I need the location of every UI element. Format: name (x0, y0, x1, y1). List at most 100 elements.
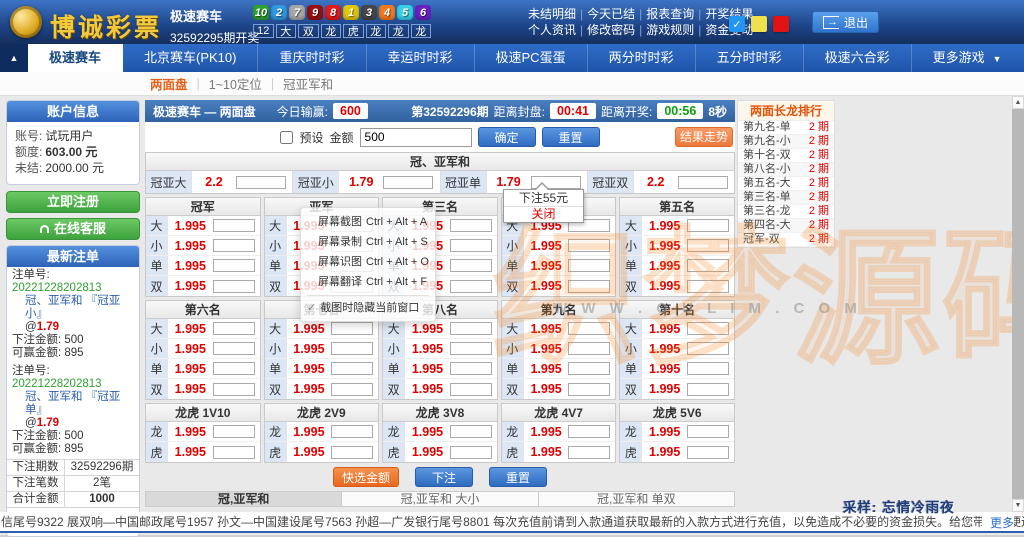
bet-amount-input[interactable] (331, 362, 373, 375)
game-tab[interactable]: 极速六合彩 (804, 44, 912, 72)
game-tab[interactable]: 极速PC蛋蛋 (475, 44, 588, 72)
bet-amount-input[interactable] (687, 259, 729, 272)
collapse-button[interactable]: ▲ (0, 44, 28, 72)
amount-input[interactable] (360, 128, 472, 147)
game-tab[interactable]: 幸运时时彩 (367, 44, 475, 72)
trend-tab[interactable]: 冠,亚军和 (146, 492, 342, 506)
bet-amount-input[interactable] (687, 322, 729, 335)
context-menu-item[interactable]: 屏幕翻译Ctrl + Alt + F (301, 272, 435, 292)
top-menu-link[interactable]: 未结明细 (528, 7, 576, 21)
bet-amount-input[interactable] (331, 322, 373, 335)
trend-tab[interactable]: 冠,亚军和 大小 (342, 492, 538, 506)
bet-amount-input[interactable] (450, 446, 492, 459)
result-trend-button[interactable]: 结果走势 (675, 127, 733, 147)
bet-amount-input[interactable] (687, 425, 729, 438)
bet-amount-input[interactable] (568, 446, 610, 459)
bet-amount-input[interactable] (331, 383, 373, 396)
confirm-button[interactable]: 确定 (478, 127, 536, 147)
reset-bets-button[interactable]: 重置 (489, 467, 547, 487)
separator: | (639, 23, 642, 37)
subnav-item[interactable]: 冠亚军和 (283, 74, 333, 93)
register-button[interactable]: 立即注册 (6, 191, 140, 213)
trend-tab[interactable]: 冠,亚军和 单双 (539, 492, 734, 506)
bet-amount-input[interactable] (213, 219, 255, 232)
bet-row-label: 小 (502, 236, 524, 255)
bet-amount-input[interactable] (568, 425, 610, 438)
subnav-item[interactable]: 1~10定位 (209, 74, 262, 93)
bet-amount-input[interactable] (450, 362, 492, 375)
bet-amount-input[interactable] (213, 383, 255, 396)
game-tab[interactable]: 五分时时彩 (696, 44, 804, 72)
logout-button[interactable]: → 退出 (812, 11, 879, 33)
subnav-item[interactable]: 两面盘 (150, 74, 188, 93)
bet-amount-input[interactable] (687, 362, 729, 375)
more-link[interactable]: 更多 (982, 514, 1014, 531)
bet-amount-input[interactable] (331, 446, 373, 459)
bet-amount-input[interactable] (331, 342, 373, 355)
bet-amount-input[interactable] (213, 425, 255, 438)
reset-button[interactable]: 重置 (542, 127, 600, 147)
scrollbar-thumb[interactable] (1012, 109, 1024, 499)
game-tab[interactable]: 两分时时彩 (588, 44, 696, 72)
bet-amount-input[interactable] (568, 342, 610, 355)
bet-amount-input[interactable] (331, 425, 373, 438)
bet-amount-input[interactable] (687, 280, 729, 293)
bet-amount-input[interactable] (450, 425, 492, 438)
bet-amount-input[interactable] (678, 176, 728, 189)
bet-amount-input[interactable] (568, 259, 610, 272)
bet-amount-input[interactable] (213, 259, 255, 272)
bet-row-label: 单 (265, 256, 287, 275)
online-service-button[interactable]: 在线客服 (6, 218, 140, 240)
top-menu-link[interactable]: 报表查询 (646, 7, 694, 21)
theme-swatch[interactable] (773, 16, 789, 32)
tab-more-games[interactable]: 更多游戏▼ (912, 44, 1023, 72)
top-menu-link[interactable]: 修改密码 (587, 23, 635, 37)
place-bet-button[interactable]: 下注 (415, 467, 473, 487)
context-menu-item[interactable]: 屏幕录制Ctrl + Alt + S (301, 232, 435, 252)
game-tab[interactable]: 北京赛车(PK10) (123, 44, 258, 72)
bet-amount-input[interactable] (568, 239, 610, 252)
bet-amount-input[interactable] (450, 219, 492, 232)
bet-amount-input[interactable] (236, 176, 286, 189)
bet-amount-input[interactable] (687, 239, 729, 252)
context-menu-checked-item[interactable]: ✓截图时隐藏当前窗口 (301, 298, 435, 318)
scrollbar-down-icon[interactable]: ▼ (1012, 499, 1024, 512)
top-menu-link[interactable]: 今天已结 (587, 7, 635, 21)
bet-amount-input[interactable] (687, 446, 729, 459)
context-menu-item[interactable]: 屏幕识图Ctrl + Alt + O (301, 252, 435, 272)
bet-amount-input[interactable] (450, 280, 492, 293)
theme-swatch[interactable] (751, 16, 767, 32)
bet-amount-input[interactable] (450, 259, 492, 272)
top-menu-row2: 个人资讯|修改密码|游戏规则|资金变动 (524, 22, 757, 38)
context-menu-item-label: 屏幕录制 (318, 236, 362, 248)
bet-amount-input[interactable] (450, 383, 492, 396)
bet-amount-input[interactable] (213, 446, 255, 459)
quick-amount-button[interactable]: 快选金额 (333, 467, 399, 487)
bet-amount-input[interactable] (568, 362, 610, 375)
bet-amount-input[interactable] (687, 219, 729, 232)
page-scrollbar[interactable]: ▲ ▼ (1012, 96, 1024, 512)
bet-amount-input[interactable] (213, 280, 255, 293)
bet-amount-input[interactable] (568, 322, 610, 335)
theme-swatch[interactable]: ✓ (729, 16, 745, 32)
game-tab[interactable]: 重庆时时彩 (258, 44, 366, 72)
preset-checkbox[interactable] (280, 131, 293, 144)
bet-amount-input[interactable] (568, 280, 610, 293)
tooltip-close-link[interactable]: 关闭 (504, 207, 583, 222)
bet-amount-input[interactable] (450, 322, 492, 335)
bet-amount-input[interactable] (213, 239, 255, 252)
bet-amount-input[interactable] (450, 239, 492, 252)
bet-amount-input[interactable] (213, 322, 255, 335)
context-menu-item[interactable]: 屏幕截图Ctrl + Alt + A (301, 212, 435, 232)
scrollbar-up-icon[interactable]: ▲ (1012, 96, 1024, 109)
bet-amount-input[interactable] (213, 342, 255, 355)
bet-amount-input[interactable] (687, 342, 729, 355)
bet-amount-input[interactable] (450, 342, 492, 355)
bet-amount-input[interactable] (383, 176, 433, 189)
bet-amount-input[interactable] (213, 362, 255, 375)
top-menu-link[interactable]: 个人资讯 (528, 23, 576, 37)
game-tab[interactable]: 极速赛车 (28, 44, 123, 72)
top-menu-link[interactable]: 游戏规则 (646, 23, 694, 37)
bet-amount-input[interactable] (568, 383, 610, 396)
bet-amount-input[interactable] (687, 383, 729, 396)
